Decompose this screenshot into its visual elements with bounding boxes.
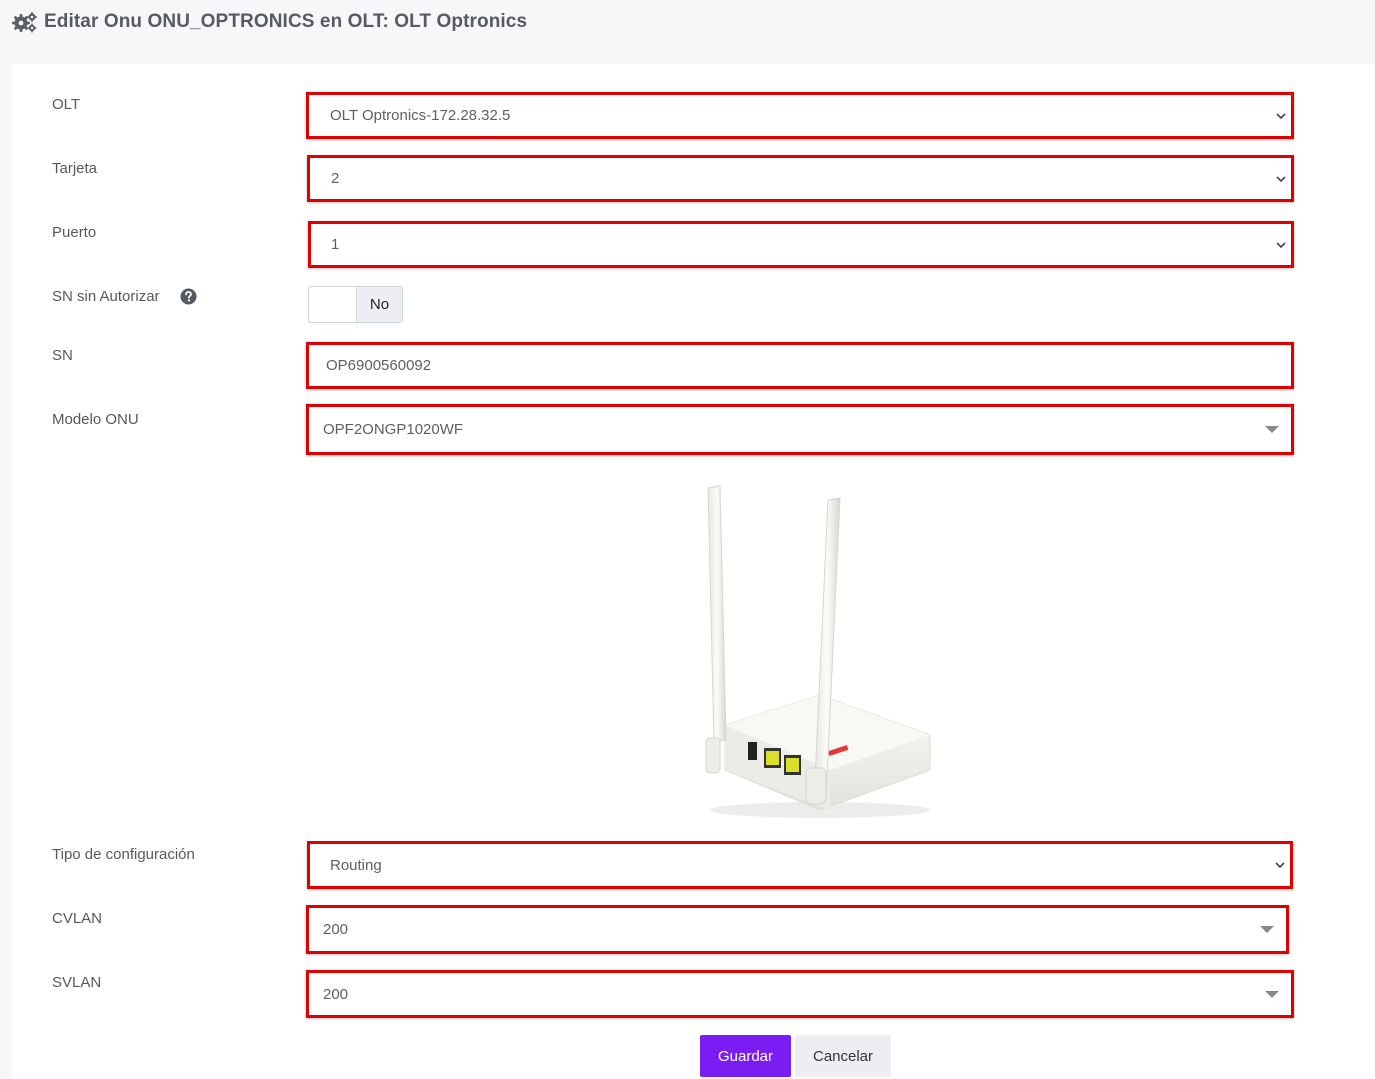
chevron-down-icon xyxy=(1276,112,1286,119)
caret-down-icon xyxy=(1265,426,1279,433)
sn-sin-autorizar-label: SN sin Autorizar xyxy=(52,288,160,305)
page-title: Editar Onu ONU_OPTRONICS en OLT: OLT Opt… xyxy=(44,11,528,32)
caret-down-icon xyxy=(1265,990,1279,998)
tarjeta-select[interactable]: 2 xyxy=(307,155,1294,202)
olt-select[interactable]: OLT Optronics-172.28.32.5 xyxy=(306,92,1294,139)
caret-down-icon xyxy=(1260,926,1274,933)
tarjeta-select-value: 2 xyxy=(331,170,340,187)
sn-sin-autorizar-toggle[interactable]: No xyxy=(308,286,403,323)
svlan-select[interactable]: 200 xyxy=(306,970,1294,1018)
chevron-down-icon xyxy=(1276,241,1286,248)
sn-input[interactable]: OP6900560092 xyxy=(306,342,1294,389)
cvlan-select-value: 200 xyxy=(323,921,349,938)
puerto-select-value: 1 xyxy=(331,236,340,253)
chevron-down-icon xyxy=(1276,175,1286,182)
svlan-select-value: 200 xyxy=(323,985,349,1003)
modelo-onu-label: Modelo ONU xyxy=(52,411,139,428)
toggle-state-label: No xyxy=(357,287,402,322)
sn-label: SN xyxy=(52,347,73,364)
toggle-knob xyxy=(309,287,357,322)
onu-device-image xyxy=(705,485,931,818)
puerto-select[interactable]: 1 xyxy=(308,221,1294,268)
cvlan-label: CVLAN xyxy=(52,910,103,927)
cvlan-select[interactable]: 200 xyxy=(306,905,1289,954)
olt-select-value: OLT Optronics-172.28.32.5 xyxy=(330,107,511,124)
tipo-configuracion-select[interactable]: Routing xyxy=(307,841,1293,889)
sn-input-value: OP6900560092 xyxy=(326,357,432,374)
gears-icon xyxy=(12,12,37,33)
modelo-onu-select[interactable]: OPF2ONGP1020WF xyxy=(306,404,1294,455)
page-header: Editar Onu ONU_OPTRONICS en OLT: OLT Opt… xyxy=(12,8,527,36)
tipo-configuracion-select-value: Routing xyxy=(330,856,382,874)
olt-label: OLT xyxy=(52,96,81,113)
cancel-button[interactable]: Cancelar xyxy=(795,1035,891,1077)
save-button[interactable]: Guardar xyxy=(700,1035,791,1077)
tarjeta-label: Tarjeta xyxy=(52,160,98,177)
question-circle-icon[interactable] xyxy=(180,288,197,305)
chevron-down-icon xyxy=(1275,862,1285,869)
puerto-label: Puerto xyxy=(52,224,97,241)
modelo-onu-select-value: OPF2ONGP1020WF xyxy=(323,421,464,438)
svlan-label: SVLAN xyxy=(52,974,102,991)
tipo-configuracion-label: Tipo de configuración xyxy=(52,846,195,863)
